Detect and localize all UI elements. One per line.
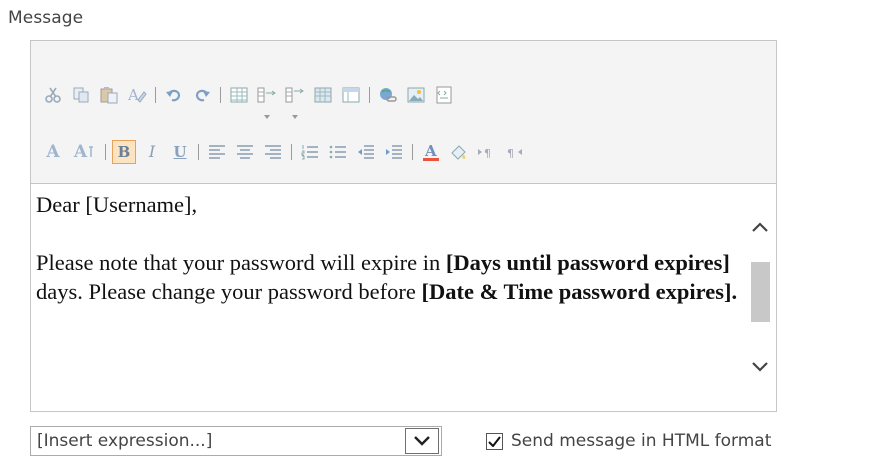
days-until-expiry-field: [Days until password expires] (445, 250, 730, 275)
undo-icon[interactable] (162, 83, 186, 107)
message-label: Message (8, 8, 84, 28)
toolbar-separator (369, 87, 370, 103)
ltr-icon[interactable]: ¶ (475, 140, 499, 164)
paste-icon[interactable] (97, 83, 121, 107)
font-size-up-icon: A (46, 141, 60, 162)
outdent-icon[interactable] (354, 140, 378, 164)
italic-button[interactable]: I (140, 140, 164, 164)
indent-icon[interactable] (382, 140, 406, 164)
image-icon[interactable] (404, 83, 428, 107)
clear-format-icon[interactable]: A (125, 83, 149, 107)
body-paragraph: Please note that your password will expi… (36, 248, 764, 306)
cut-icon[interactable] (41, 83, 65, 107)
insert-expression-select[interactable]: [Insert expression...] (30, 426, 442, 456)
bullet-list-icon[interactable] (326, 140, 350, 164)
message-body: Dear [Username], Please note that your p… (36, 190, 764, 306)
align-right-icon[interactable] (261, 140, 285, 164)
checkmark-icon (488, 435, 501, 447)
editor-content[interactable]: Dear [Username], Please note that your p… (31, 184, 764, 411)
svg-text:A: A (424, 142, 437, 160)
body-text-2: days. Please change your password before (36, 279, 422, 304)
table-icon[interactable] (227, 83, 251, 107)
toolbar-separator (220, 87, 221, 103)
toolbar-row-2: A A B I U A ¶ ¶ (41, 138, 531, 166)
editor-footer: [Insert expression...] Send message in H… (30, 410, 875, 456)
toolbar-separator (412, 144, 413, 160)
rtl-icon[interactable]: ¶ (503, 140, 527, 164)
copy-icon[interactable] (69, 83, 93, 107)
font-color-icon[interactable]: A (419, 140, 443, 164)
svg-text:¶: ¶ (484, 147, 491, 159)
insert-row-icon[interactable] (255, 83, 279, 119)
align-left-icon[interactable] (205, 140, 229, 164)
source-icon[interactable] (432, 83, 456, 107)
numbered-list-icon[interactable] (298, 140, 322, 164)
insert-column-icon[interactable] (283, 83, 307, 119)
toolbar-separator (198, 144, 199, 160)
scroll-thumb[interactable] (751, 262, 770, 322)
redo-icon[interactable] (190, 83, 214, 107)
font-size-down-button[interactable]: A (69, 140, 99, 164)
panel-icon[interactable] (339, 83, 363, 107)
grid-icon[interactable] (311, 83, 335, 107)
editor-scrollbar[interactable] (744, 184, 776, 411)
toolbar-separator (155, 87, 156, 103)
underline-button[interactable]: U (168, 140, 192, 164)
font-size-up-button[interactable]: A (41, 140, 65, 164)
scroll-up-icon[interactable] (744, 212, 776, 242)
bold-icon: B (117, 142, 131, 161)
insert-expression-value: [Insert expression...] (37, 431, 213, 451)
svg-text:A: A (127, 86, 139, 104)
scroll-down-icon[interactable] (744, 352, 776, 382)
rich-text-editor: A A A B I U A ¶ ¶ Dear [Username], Pleas… (30, 40, 777, 412)
greeting-line: Dear [Username], (36, 192, 198, 217)
chevron-down-icon (414, 436, 430, 446)
toolbar-separator (291, 144, 292, 160)
svg-text:¶: ¶ (507, 147, 514, 159)
dropdown-button[interactable] (405, 428, 439, 454)
font-size-down-icon: A (73, 141, 88, 162)
editor-toolbar: A A A B I U A ¶ ¶ (31, 41, 776, 184)
expiry-datetime-field: [Date & Time password expires]. (421, 279, 738, 304)
html-format-checkbox[interactable] (486, 432, 503, 450)
bold-button[interactable]: B (112, 140, 136, 164)
underline-icon: U (173, 142, 187, 161)
body-text-1: Please note that your password will expi… (36, 250, 446, 275)
toolbar-row-1: A (41, 81, 460, 119)
link-icon[interactable] (376, 83, 400, 107)
html-format-label: Send message in HTML format (511, 431, 772, 451)
html-format-option[interactable]: Send message in HTML format (486, 426, 771, 456)
align-center-icon[interactable] (233, 140, 257, 164)
toolbar-separator (105, 144, 106, 160)
highlight-icon[interactable] (447, 140, 471, 164)
italic-icon: I (148, 142, 156, 161)
